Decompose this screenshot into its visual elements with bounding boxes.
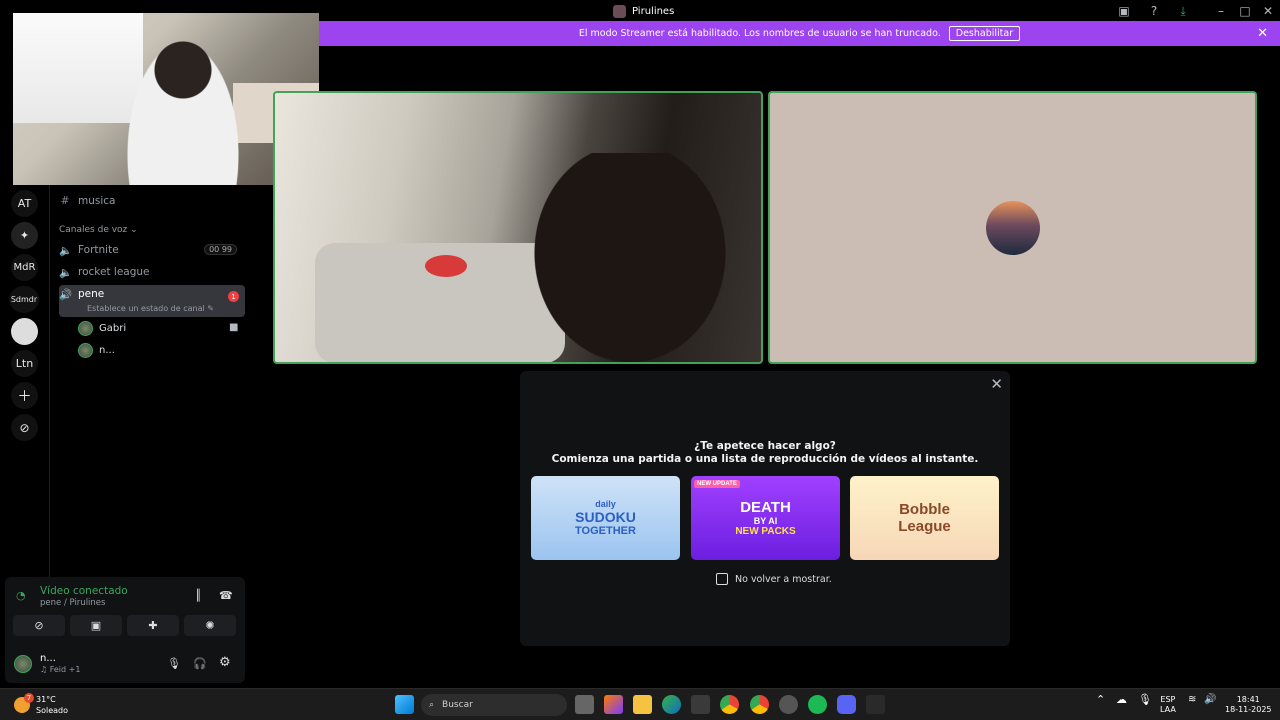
red-cap xyxy=(425,255,467,277)
show-hidden-icons[interactable]: ⌃ xyxy=(1096,694,1105,705)
minimize-icon[interactable]: – xyxy=(1213,3,1229,19)
task-view-icon[interactable] xyxy=(575,695,594,714)
windows-taskbar: 7 31°C Soleado ⌕ Buscar ⌃ ☁ 🎙 ESP LAA ≋ 🔊 1… xyxy=(0,688,1280,720)
settings-gear-icon[interactable]: ⚙ xyxy=(219,655,231,670)
headphones-icon[interactable]: 🎧 xyxy=(193,657,207,670)
game-card-bobble-league[interactable]: Bobble League xyxy=(850,476,999,560)
person-head xyxy=(525,153,735,362)
spotify-icon[interactable] xyxy=(808,695,827,714)
wifi-icon[interactable]: ≋ xyxy=(1188,695,1196,705)
speaker-icon: 🔈 xyxy=(59,266,73,279)
help-icon[interactable]: ? xyxy=(1146,3,1162,19)
streamer-figure xyxy=(123,35,243,185)
server-icon xyxy=(613,4,626,18)
server-mdr[interactable]: MdR xyxy=(11,254,38,281)
sun-icon: 7 xyxy=(14,693,34,713)
voice-category[interactable]: Canales de voz ⌄ xyxy=(59,225,138,235)
voice-user[interactable]: n... xyxy=(78,341,115,359)
discover-icon[interactable]: ⊘ xyxy=(11,414,38,441)
voice-user[interactable]: Gabri xyxy=(78,319,126,337)
user-avatar xyxy=(986,201,1040,255)
hash-icon: # xyxy=(60,195,70,207)
close-icon[interactable]: ✕ xyxy=(990,375,1003,393)
file-explorer-icon[interactable] xyxy=(633,695,652,714)
volume-icon[interactable]: 🔊 xyxy=(1204,695,1216,705)
microphone-icon[interactable]: 🎙 xyxy=(167,657,181,670)
camera-icon: ■ xyxy=(229,322,239,333)
signal-icon: ◔ xyxy=(16,589,26,602)
search-icon: ⌕ xyxy=(429,700,435,710)
close-banner-icon[interactable]: ✕ xyxy=(1257,26,1268,41)
channel-status[interactable]: Establece un estado de canal ✎ xyxy=(87,304,214,313)
server-at[interactable]: AT xyxy=(11,190,38,217)
disconnect-icon[interactable]: ☎ xyxy=(219,589,233,602)
epic-games-icon[interactable] xyxy=(866,695,885,714)
video-tile-user[interactable] xyxy=(768,91,1257,364)
weather-widget[interactable]: 7 31°C Soleado xyxy=(14,693,68,716)
avatar xyxy=(78,320,93,336)
avatar xyxy=(78,342,93,358)
edge-icon[interactable] xyxy=(662,695,681,714)
speaker-active-icon: 🔊 xyxy=(59,289,73,301)
add-server-icon[interactable]: ＋ xyxy=(11,382,38,409)
soundboard-button[interactable]: ✺ xyxy=(184,615,236,636)
checkbox[interactable] xyxy=(716,573,728,585)
widgets-icon[interactable] xyxy=(604,695,623,714)
camera-toggle-button[interactable]: ⊘ xyxy=(13,615,65,636)
game-card-sudoku[interactable]: daily SUDOKU TOGETHER xyxy=(531,476,680,560)
channel-fortnite[interactable]: 🔈 Fortnite 00 99 xyxy=(59,240,245,260)
chrome-icon[interactable] xyxy=(720,695,739,714)
maximize-icon[interactable]: □ xyxy=(1237,3,1253,19)
server-sdmdr[interactable]: Sdmdr xyxy=(9,286,39,313)
download-icon[interactable]: ⤓ xyxy=(1175,3,1191,19)
game-card-death-by-ai[interactable]: NEW UPDATE DEATH BY AI NEW PACKS xyxy=(691,476,840,560)
user-avatar[interactable] xyxy=(14,655,32,673)
streamer-mode-banner: El modo Streamer está habilitado. Los no… xyxy=(319,21,1280,46)
server-icon-image[interactable] xyxy=(11,318,38,345)
inbox-icon[interactable]: ▣ xyxy=(1116,3,1132,19)
user-limit-pill: 00 99 xyxy=(204,244,237,255)
channel-musica[interactable]: # musica xyxy=(59,191,245,211)
discord-icon[interactable] xyxy=(837,695,856,714)
voice-panel: ◔ Vídeo conectado pene / Pirulines ║ ☎ ⊘… xyxy=(5,577,245,683)
activity-picker: ✕ ¿Te apetece hacer algo? Comienza una p… xyxy=(520,371,1010,646)
store-icon[interactable] xyxy=(691,695,710,714)
server-ltn[interactable]: Ltn xyxy=(11,350,38,377)
start-icon[interactable] xyxy=(395,695,414,714)
server-icon-graffiti[interactable]: ✦ xyxy=(11,222,38,249)
language-indicator[interactable]: ESP LAA xyxy=(1160,695,1176,715)
speaker-icon: 🔈 xyxy=(59,244,73,257)
chrome-profile-icon[interactable] xyxy=(750,695,769,714)
screen-share-button[interactable]: ▣ xyxy=(70,615,122,636)
voice-location[interactable]: pene / Pirulines xyxy=(40,598,105,608)
dont-show-again-checkbox[interactable]: No volver a mostrar. xyxy=(716,573,832,585)
video-tile-gabri[interactable] xyxy=(273,91,763,364)
window-title: Pirulines xyxy=(613,3,674,19)
channel-list: # musica Canales de voz ⌄ 🔈 Fortnite 00 … xyxy=(49,185,250,577)
search-box[interactable]: ⌕ Buscar xyxy=(421,694,567,716)
notification-badge: 1 xyxy=(228,291,239,302)
onedrive-icon[interactable]: ☁ xyxy=(1116,694,1127,705)
channel-pene[interactable]: 🔊 pene 1 Establece un estado de canal ✎ xyxy=(59,285,245,317)
close-window-icon[interactable]: ✕ xyxy=(1260,3,1276,19)
activities-button[interactable]: ✚ xyxy=(127,615,179,636)
microphone-tray-icon[interactable]: 🎙 xyxy=(1138,694,1152,705)
clock[interactable]: 18:41 18-11-2025 xyxy=(1225,695,1272,715)
noise-suppression-icon[interactable]: ║ xyxy=(195,589,202,602)
voice-status: Vídeo conectado xyxy=(40,585,128,597)
github-icon[interactable] xyxy=(779,695,798,714)
disable-streamer-button[interactable]: Deshabilitar xyxy=(948,26,1021,41)
channel-rocket-league[interactable]: 🔈 rocket league xyxy=(59,262,245,282)
